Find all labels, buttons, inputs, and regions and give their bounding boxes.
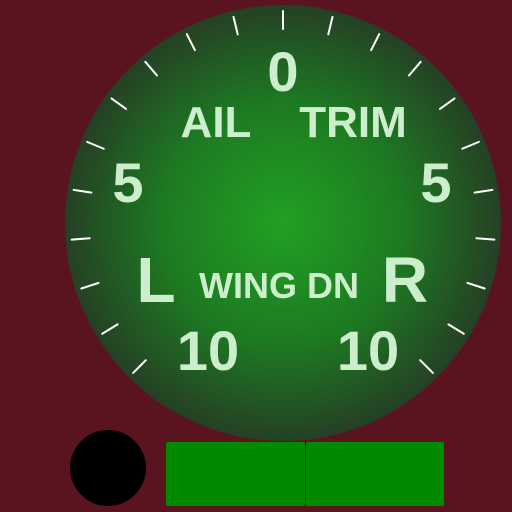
aileron-trim-gauge: AIL TRIM 0 5 5 10 10 L R WING DN <box>65 5 501 441</box>
scale-label-5-right: 5 <box>420 151 451 214</box>
side-label-right: R <box>382 244 428 316</box>
scale-label-0: 0 <box>267 40 298 103</box>
side-label-left: L <box>136 244 175 316</box>
scale-label-5-left: 5 <box>112 151 143 214</box>
trim-knob[interactable] <box>70 430 146 506</box>
trim-left-button[interactable] <box>166 442 305 506</box>
tick-mark <box>475 237 496 241</box>
tick-mark <box>70 237 91 241</box>
scale-label-10-right: 10 <box>337 319 399 382</box>
trim-right-button[interactable] <box>306 442 444 506</box>
scale-label-10-left: 10 <box>177 319 239 382</box>
gauge-title-ail: AIL <box>181 98 252 147</box>
gauge-title-trim: TRIM <box>299 98 407 147</box>
wing-down-caption: WING DN <box>199 265 359 306</box>
